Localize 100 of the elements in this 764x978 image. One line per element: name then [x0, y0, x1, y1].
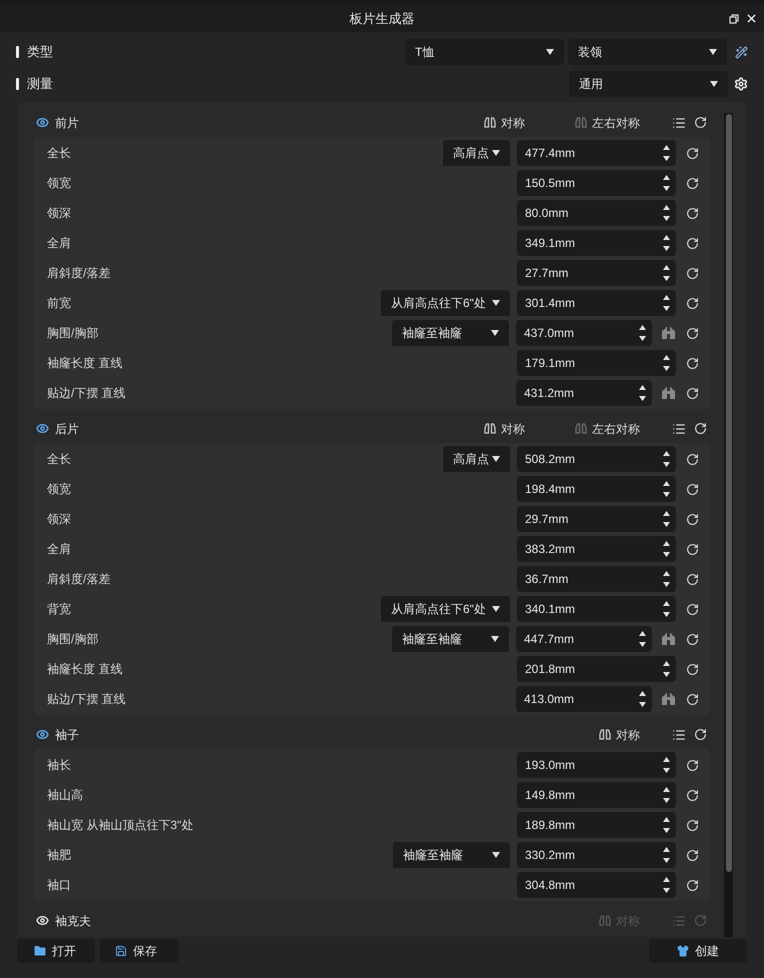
value-field[interactable]: 29.7mm [517, 506, 676, 532]
spinner-icon[interactable] [663, 877, 670, 893]
value-field[interactable]: 349.1mm [517, 230, 676, 256]
option-dropdown[interactable]: 袖窿至袖窿 [393, 842, 510, 868]
spinner-icon[interactable] [639, 385, 646, 401]
torso-icon[interactable] [662, 387, 675, 399]
spinner-icon[interactable] [663, 265, 670, 281]
option-dropdown[interactable]: 高肩点 [443, 446, 510, 472]
caret-icon [492, 150, 500, 156]
restore-icon[interactable] [729, 14, 739, 24]
value-field[interactable]: 447.7mm [516, 626, 652, 652]
option-dropdown[interactable]: 袖窿至袖窿 [392, 320, 509, 346]
collar-dropdown[interactable]: 装领 [568, 39, 727, 65]
value-field[interactable]: 193.0mm [517, 752, 676, 778]
magic-wand-icon[interactable] [735, 46, 748, 58]
spinner-icon[interactable] [663, 175, 670, 191]
measure-label: 袖山高 [47, 787, 84, 804]
create-button[interactable]: 创建 [649, 939, 747, 963]
measure-label: 领深 [47, 205, 72, 222]
symmetry-toggle[interactable]: 对称 [484, 114, 525, 132]
spinner-icon[interactable] [663, 571, 670, 587]
spinner-icon[interactable] [663, 451, 670, 467]
spinner-icon[interactable] [663, 235, 670, 251]
section-marker [16, 78, 19, 90]
scrollbar-track[interactable] [724, 113, 733, 937]
value-field[interactable]: 437.0mm [516, 320, 652, 346]
value-field[interactable]: 477.4mm [517, 140, 676, 166]
option-dropdown[interactable]: 高肩点 [443, 140, 510, 166]
value-field[interactable]: 80.0mm [517, 200, 676, 226]
caret-icon [492, 456, 500, 462]
preset-dropdown[interactable]: 通用 [569, 71, 728, 97]
window-title: 板片生成器 [350, 10, 414, 28]
measure-label: 肩斜度/落差 [47, 571, 112, 588]
torso-icon[interactable] [662, 327, 675, 339]
symmetry-toggle[interactable]: 对称 [484, 420, 525, 438]
visibility-icon[interactable] [36, 728, 49, 741]
value-field[interactable]: 27.7mm [517, 260, 676, 286]
caret-icon [492, 852, 500, 858]
visibility-icon[interactable] [36, 422, 49, 435]
measure-label: 全肩 [47, 235, 72, 252]
value-field[interactable]: 201.8mm [517, 656, 676, 682]
symmetry-toggle[interactable]: 左右对称 [575, 420, 640, 438]
value-field[interactable]: 413.0mm [516, 686, 652, 712]
value-field[interactable]: 340.1mm [517, 596, 676, 622]
value-field[interactable]: 36.7mm [517, 566, 676, 592]
settings-icon[interactable] [734, 77, 748, 91]
spinner-icon[interactable] [663, 757, 670, 773]
value-field[interactable]: 304.8mm [517, 872, 676, 898]
binoculars-icon [484, 117, 496, 128]
garment-dropdown[interactable]: T恤 [405, 39, 564, 65]
measure-label: 领深 [47, 511, 72, 528]
caret-icon [546, 49, 554, 55]
value-field[interactable]: 431.2mm [516, 380, 652, 406]
value-field[interactable]: 508.2mm [517, 446, 676, 472]
option-dropdown[interactable]: 从肩高点往下6"处 [381, 596, 510, 622]
spinner-icon[interactable] [663, 481, 670, 497]
scrollbar-thumb[interactable] [726, 114, 732, 872]
visibility-icon[interactable] [36, 914, 49, 927]
open-button[interactable]: 打开 [17, 939, 95, 963]
spinner-icon[interactable] [663, 601, 670, 617]
value-field[interactable]: 301.4mm [517, 290, 676, 316]
torso-icon[interactable] [662, 633, 675, 645]
torso-icon[interactable] [662, 693, 675, 705]
spinner-icon[interactable] [663, 787, 670, 803]
spinner-icon[interactable] [663, 661, 670, 677]
symmetry-toggle[interactable]: 对称 [599, 726, 640, 744]
value-field[interactable]: 189.8mm [517, 812, 676, 838]
section-title: 后片 [55, 420, 80, 438]
option-dropdown[interactable]: 袖窿至袖窿 [392, 626, 509, 652]
spinner-icon[interactable] [663, 511, 670, 527]
spinner-icon[interactable] [639, 691, 646, 707]
value-field[interactable]: 330.2mm [517, 842, 676, 868]
binoculars-icon [575, 117, 587, 128]
spinner-icon[interactable] [663, 295, 670, 311]
value-field[interactable]: 198.4mm [517, 476, 676, 502]
measure-label: 贴边/下摆 直线 [47, 691, 127, 708]
save-button[interactable]: 保存 [100, 939, 178, 963]
visibility-icon[interactable] [36, 116, 49, 129]
spinner-icon[interactable] [663, 145, 670, 161]
list-icon[interactable] [672, 116, 686, 130]
list-icon[interactable] [672, 728, 686, 742]
value-field[interactable]: 383.2mm [517, 536, 676, 562]
spinner-icon[interactable] [663, 847, 670, 863]
section-title: 袖克夫 [55, 912, 92, 930]
spinner-icon[interactable] [663, 205, 670, 221]
spinner-icon[interactable] [639, 631, 646, 647]
measure-label: 袖窿长度 直线 [47, 661, 124, 678]
value-field[interactable]: 179.1mm [517, 350, 676, 376]
spinner-icon[interactable] [663, 355, 670, 371]
spinner-icon[interactable] [663, 817, 670, 833]
value-field[interactable]: 150.5mm [517, 170, 676, 196]
measure-label: 袖长 [47, 757, 72, 774]
symmetry-toggle[interactable]: 左右对称 [575, 114, 640, 132]
spinner-icon[interactable] [639, 325, 646, 341]
spinner-icon[interactable] [663, 541, 670, 557]
value-field[interactable]: 149.8mm [517, 782, 676, 808]
option-dropdown[interactable]: 从肩高点往下6"处 [381, 290, 510, 316]
close-icon[interactable] [745, 12, 758, 25]
list-icon[interactable] [672, 422, 686, 436]
caret-icon [710, 81, 718, 87]
